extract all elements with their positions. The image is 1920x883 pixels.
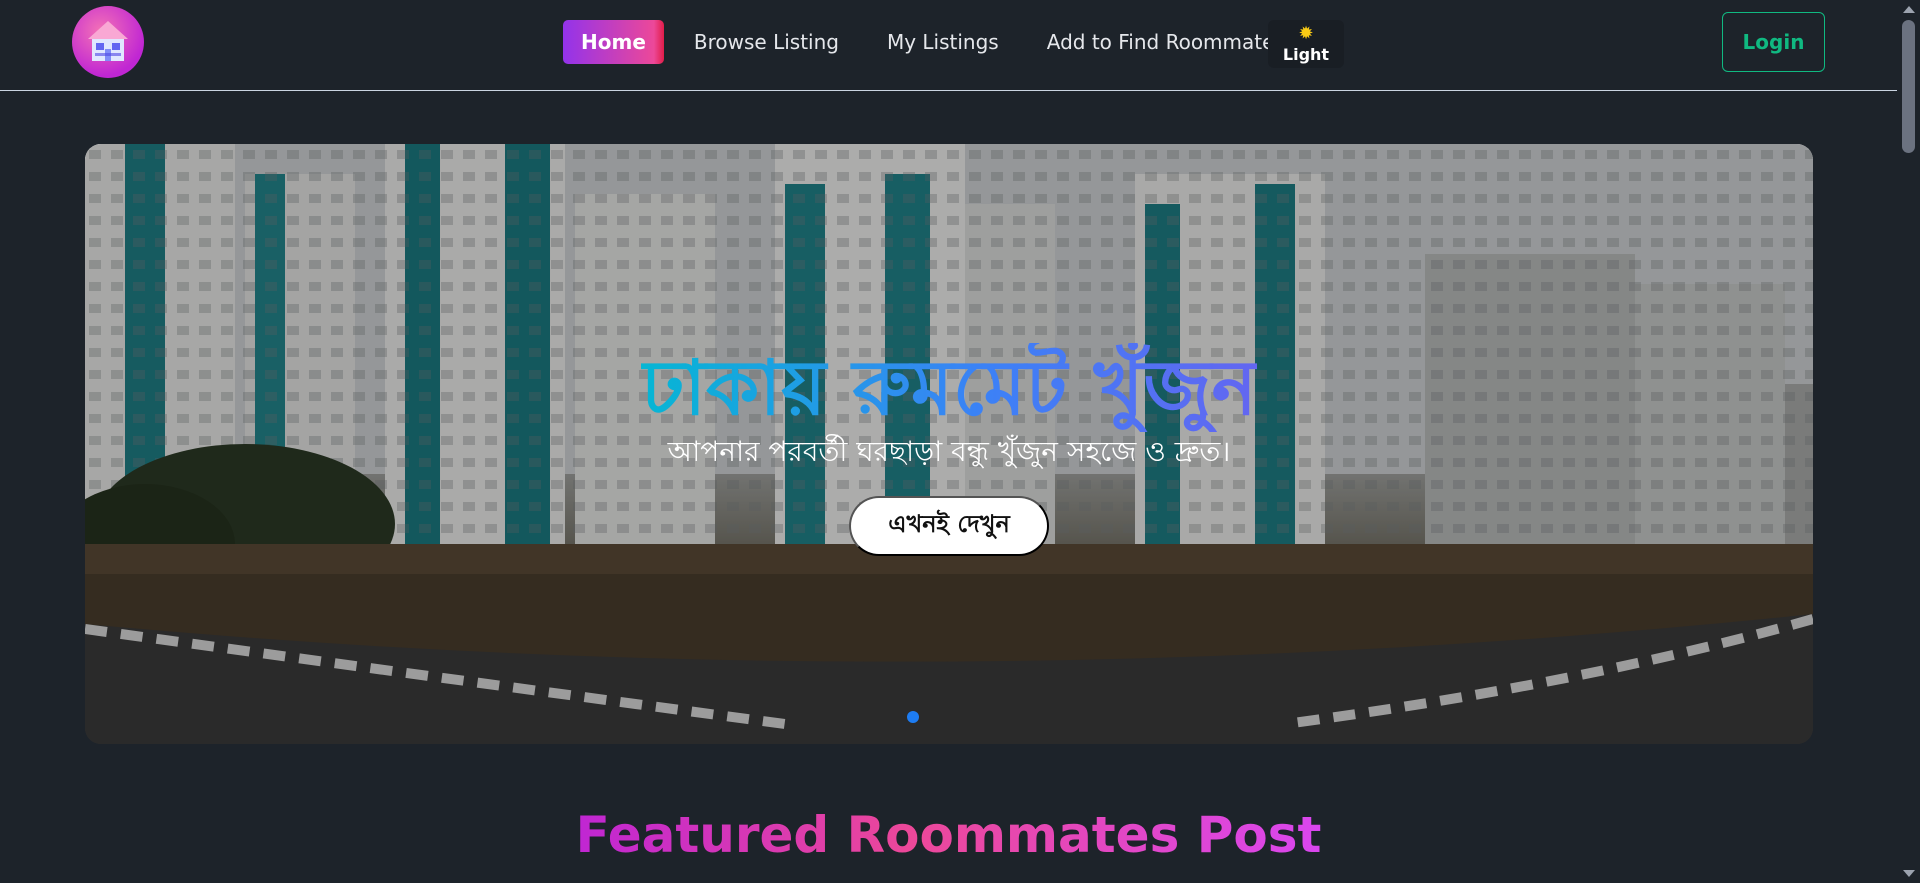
theme-toggle[interactable]: ✹ Light xyxy=(1268,20,1344,68)
sun-icon: ✹ xyxy=(1298,22,1314,44)
nav-home[interactable]: Home xyxy=(563,20,664,64)
scroll-down-arrow-icon[interactable] xyxy=(1903,870,1915,877)
hero-carousel: ঢাকায় রুমমেট খুঁজুন আপনার পরবর্তী ঘরছাড… xyxy=(85,144,1813,744)
login-button[interactable]: Login xyxy=(1722,12,1825,72)
main-nav: Home Browse Listing My Listings Add to F… xyxy=(563,20,1304,64)
featured-section-title: Featured Roommates Post xyxy=(0,806,1897,864)
scrollbar-thumb[interactable] xyxy=(1902,20,1915,153)
site-logo[interactable] xyxy=(72,6,144,78)
nav-add-roommate[interactable]: Add to Find Roommate xyxy=(1029,20,1293,64)
theme-toggle-label: Light xyxy=(1282,44,1330,64)
nav-my-listings[interactable]: My Listings xyxy=(869,20,1017,64)
hero-title-text: ঢাকায় রুমমেট খুঁজুন xyxy=(641,343,1257,432)
nav-browse-listing[interactable]: Browse Listing xyxy=(676,20,857,64)
navbar: Home Browse Listing My Listings Add to F… xyxy=(0,0,1897,91)
featured-title-text: Featured Roommates Post xyxy=(575,806,1322,864)
house-logo-icon xyxy=(88,21,128,61)
hero-subtitle: আপনার পরবর্তী ঘরছাড়া বন্ধু খুঁজুন সহজে … xyxy=(667,435,1231,468)
hero-cta-button[interactable]: এখনই দেখুন xyxy=(849,496,1049,556)
carousel-dot[interactable] xyxy=(907,711,919,723)
scroll-up-arrow-icon[interactable] xyxy=(1903,6,1915,13)
page-scrollbar[interactable] xyxy=(1897,0,1920,883)
